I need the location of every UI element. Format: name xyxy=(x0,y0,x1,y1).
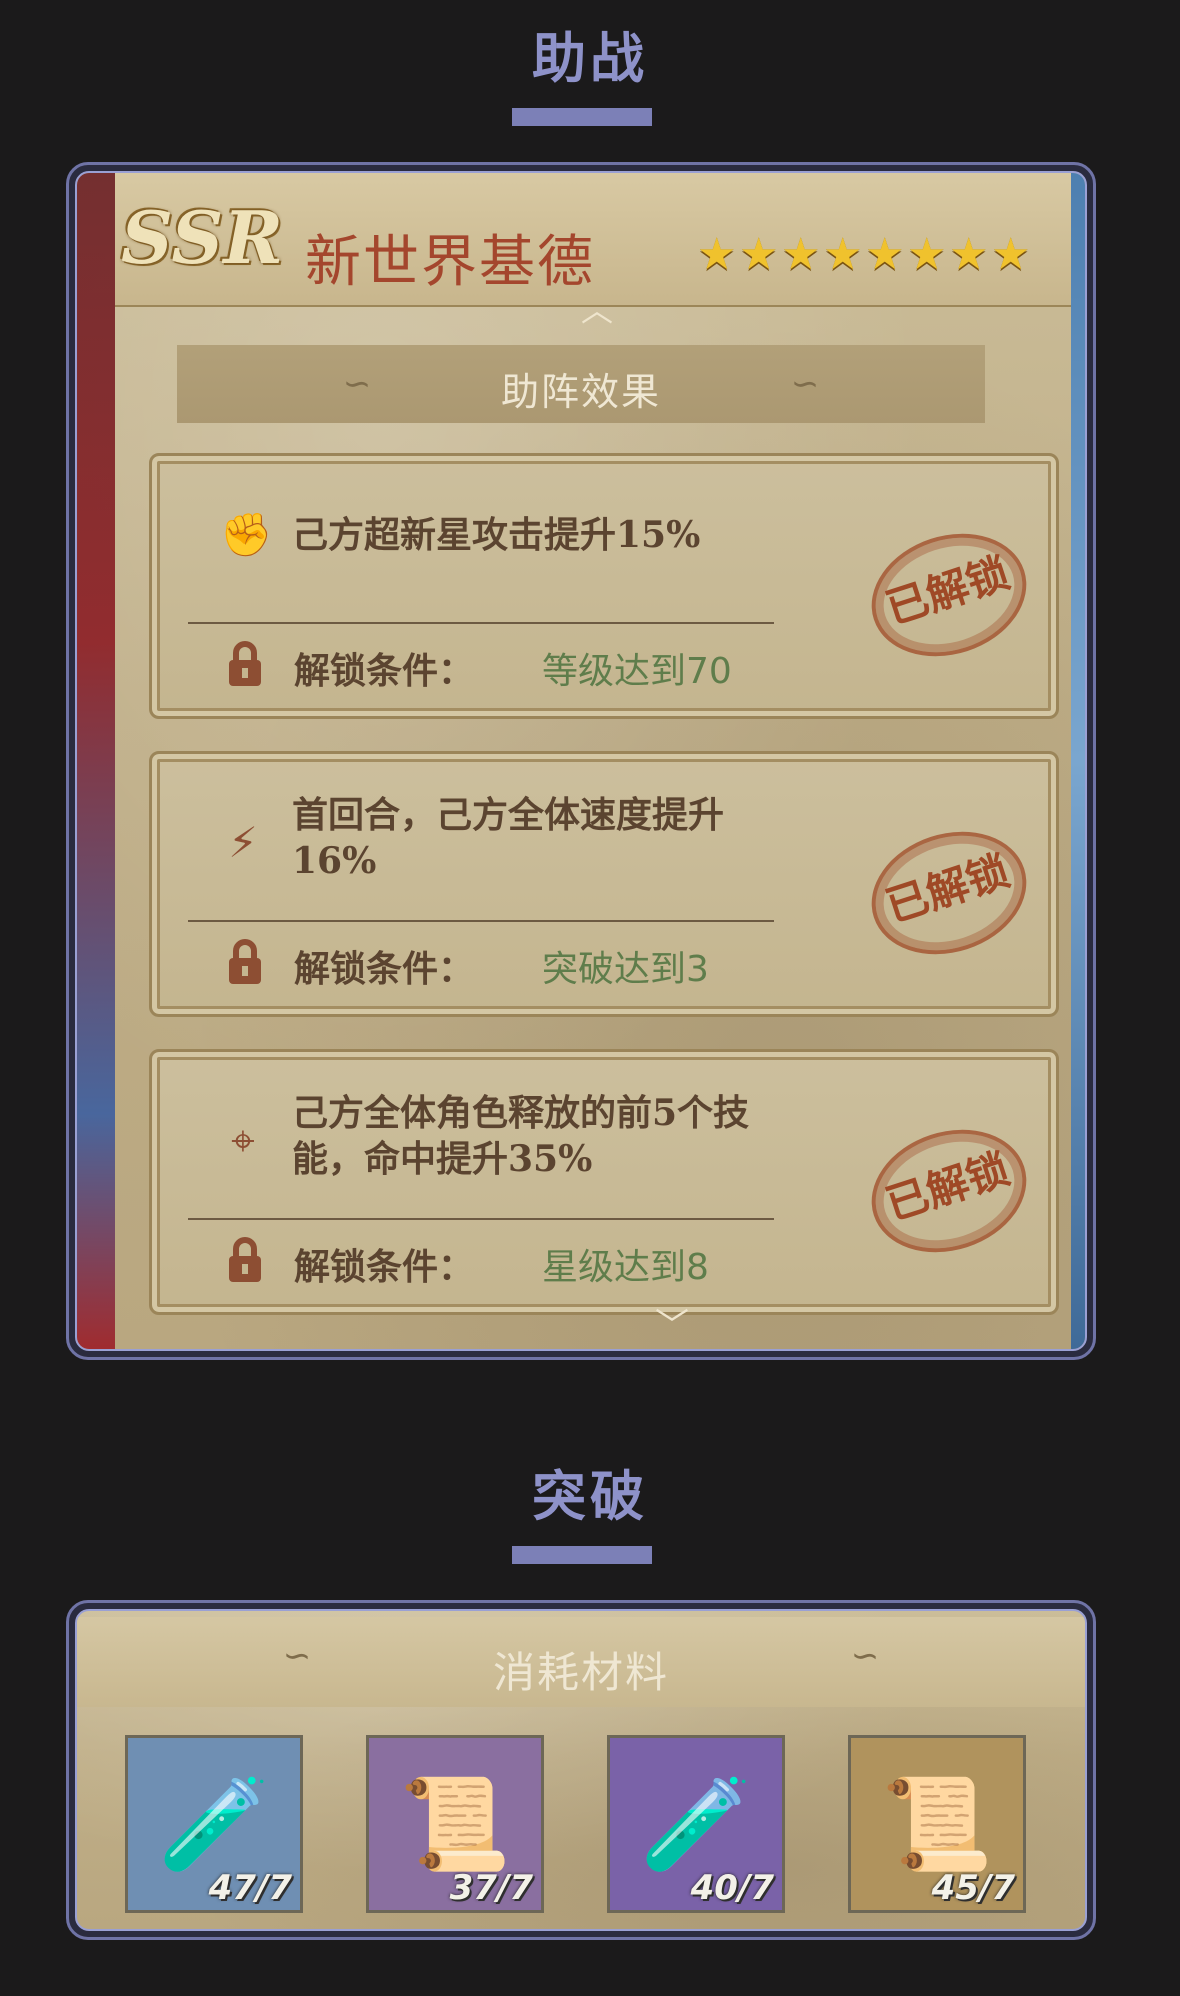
unlock-condition-value: 星级达到8 xyxy=(542,1247,709,1288)
assist-card-frame: SSR 新世界基德 ★ ★ ★ ★ ★ ★ ★ ★ ︿ ∽ 助阵效果 ∽ ✊ 己… xyxy=(66,162,1096,1360)
lock-icon xyxy=(229,939,261,984)
divider xyxy=(188,622,774,624)
character-art-left xyxy=(77,173,115,1349)
character-art-right xyxy=(1071,173,1085,1349)
unlocked-stamp: 已解锁 xyxy=(855,812,1043,974)
star-icon: ★ xyxy=(949,229,989,280)
unlock-condition-label: 解锁条件： xyxy=(294,1246,475,1288)
unlock-condition-label: 解锁条件： xyxy=(294,650,475,692)
star-icon: ★ xyxy=(739,229,779,280)
material-slot[interactable]: 📜 37/7 xyxy=(366,1735,544,1913)
lock-icon xyxy=(229,641,261,686)
muscle-arm-icon: ✊ xyxy=(220,510,273,559)
crosshair-icon: ⌖ xyxy=(231,1116,255,1165)
effect-description: 己方全体角色释放的前5个技能，命中提升35% xyxy=(292,1092,750,1180)
breakthrough-section-title: 突破 xyxy=(532,1465,648,1528)
material-slot[interactable]: 🧪 47/7 xyxy=(125,1735,303,1913)
material-slot[interactable]: 📜 45/7 xyxy=(848,1735,1026,1913)
material-count: 40/7 xyxy=(690,1868,774,1908)
divider xyxy=(188,1218,774,1220)
star-icon: ★ xyxy=(907,229,947,280)
unlock-condition-value: 突破达到3 xyxy=(542,949,709,990)
divider xyxy=(188,920,774,922)
effect-description: 首回合，己方全体速度提升16% xyxy=(292,794,725,882)
star-icon: ★ xyxy=(697,229,737,280)
materials-title: 消耗材料 xyxy=(492,1648,669,1697)
rarity-badge: SSR xyxy=(117,195,321,321)
assist-title-underline xyxy=(512,108,652,126)
materials-panel: ∽ 消耗材料 ∽ 🧪 47/7 📜 37/7 🧪 40/7 📜 45/7 xyxy=(75,1609,1087,1931)
materials-frame: ∽ 消耗材料 ∽ 🧪 47/7 📜 37/7 🧪 40/7 📜 45/7 xyxy=(66,1600,1096,1940)
unlocked-stamp: 已解锁 xyxy=(855,514,1043,676)
unlock-condition-label: 解锁条件： xyxy=(294,948,475,990)
lock-icon xyxy=(229,1237,261,1282)
scroll-up-arrow-icon[interactable]: ︿ xyxy=(557,294,637,326)
breakthrough-title-underline xyxy=(512,1546,652,1564)
assist-card: SSR 新世界基德 ★ ★ ★ ★ ★ ★ ★ ★ ︿ ∽ 助阵效果 ∽ ✊ 己… xyxy=(75,171,1087,1351)
material-count: 37/7 xyxy=(449,1868,533,1908)
unlock-condition-value: 等级达到70 xyxy=(542,651,732,692)
star-icon: ★ xyxy=(781,229,821,280)
materials-header: ∽ 消耗材料 ∽ xyxy=(77,1617,1085,1707)
character-name: 新世界基德 xyxy=(305,230,595,295)
star-icon: ★ xyxy=(823,229,863,280)
star-icon: ★ xyxy=(991,229,1031,280)
star-icon: ★ xyxy=(865,229,905,280)
unlocked-stamp: 已解锁 xyxy=(855,1110,1043,1272)
material-slot[interactable]: 🧪 40/7 xyxy=(607,1735,785,1913)
material-count: 45/7 xyxy=(931,1868,1015,1908)
assist-effect-card: ✊ 己方超新星攻击提升15% 解锁条件： 等级达到70 已解锁 xyxy=(149,453,1059,719)
card-header: SSR 新世界基德 ★ ★ ★ ★ ★ ★ ★ ★ xyxy=(115,173,1071,321)
assist-section-title: 助战 xyxy=(532,27,648,90)
star-rating: ★ ★ ★ ★ ★ ★ ★ ★ xyxy=(697,229,1031,280)
effect-description: 己方超新星攻击提升15% xyxy=(292,514,701,556)
scroll-down-arrow-icon[interactable]: ﹀ xyxy=(632,1309,712,1343)
assist-effect-card: ⌖ 己方全体角色释放的前5个技能，命中提升35% 解锁条件： 星级达到8 已解锁 xyxy=(149,1049,1059,1315)
right-scroll-ornament-icon: ∽ xyxy=(790,364,820,404)
right-scroll-ornament-icon: ∽ xyxy=(850,1636,880,1676)
assist-effect-card: ⚡ 首回合，己方全体速度提升16% 解锁条件： 突破达到3 已解锁 xyxy=(149,751,1059,1017)
material-count: 47/7 xyxy=(208,1868,292,1908)
lightning-icon: ⚡ xyxy=(228,818,258,867)
assist-effect-header: ∽ 助阵效果 ∽ xyxy=(177,345,985,423)
